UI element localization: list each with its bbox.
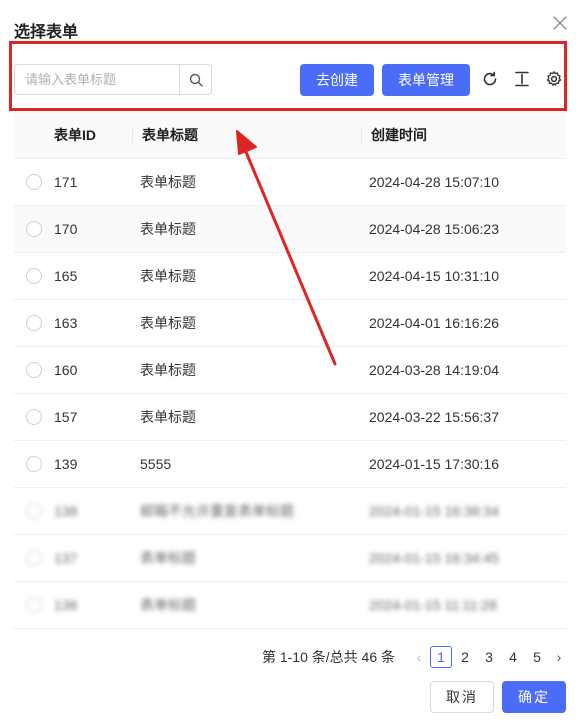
search-box — [14, 64, 212, 95]
row-title: 表单标题 — [140, 174, 196, 190]
row-title: 表单标题 — [140, 268, 196, 284]
row-radio[interactable] — [26, 503, 42, 519]
row-id: 137 — [54, 550, 78, 566]
row-radio[interactable] — [26, 597, 42, 613]
table-row[interactable]: 157 表单标题 2024-03-22 15:56:37 — [14, 394, 566, 441]
table-row[interactable]: 138 邮箱不允许重复表单标题 2024-01-15 16:38:34 — [14, 488, 566, 535]
close-icon[interactable] — [551, 14, 569, 32]
row-radio[interactable] — [26, 362, 42, 378]
row-time: 2024-01-15 16:38:34 — [369, 503, 499, 519]
row-time: 2024-04-28 15:07:10 — [369, 174, 499, 190]
row-title: 表单标题 — [140, 550, 196, 566]
row-title: 表单标题 — [140, 409, 196, 425]
form-manage-button[interactable]: 表单管理 — [382, 64, 470, 96]
row-id: 139 — [54, 456, 78, 472]
row-time: 2024-01-15 11:11:28 — [369, 597, 497, 613]
create-button[interactable]: 去创建 — [300, 64, 374, 96]
row-title: 表单标题 — [140, 362, 196, 378]
row-id: 136 — [54, 597, 78, 613]
header-form-title: 表单标题 — [132, 125, 361, 145]
row-time: 2024-04-15 10:31:10 — [369, 268, 499, 284]
table-header: 表单ID 表单标题 创建时间 — [14, 112, 566, 159]
row-id: 160 — [54, 362, 78, 378]
table-row[interactable]: 137 表单标题 2024-01-15 16:34:45 — [14, 535, 566, 582]
row-time: 2024-03-22 15:56:37 — [369, 409, 499, 425]
header-created-time: 创建时间 — [361, 125, 566, 145]
row-radio[interactable] — [26, 174, 42, 190]
page-4[interactable]: 4 — [502, 646, 524, 668]
row-id: 157 — [54, 409, 78, 425]
row-id: 138 — [54, 503, 78, 519]
page-2[interactable]: 2 — [454, 646, 476, 668]
row-radio[interactable] — [26, 409, 42, 425]
table-row[interactable]: 136 表单标题 2024-01-15 11:11:28 — [14, 582, 566, 629]
search-input[interactable] — [15, 65, 179, 94]
column-height-icon[interactable] — [513, 70, 531, 88]
row-time: 2024-04-01 16:16:26 — [369, 315, 499, 331]
row-radio[interactable] — [26, 268, 42, 284]
table-row[interactable]: 163 表单标题 2024-04-01 16:16:26 — [14, 300, 566, 347]
refresh-icon[interactable] — [481, 70, 499, 88]
confirm-button[interactable]: 确定 — [502, 681, 566, 713]
row-radio[interactable] — [26, 315, 42, 331]
row-id: 171 — [54, 174, 78, 190]
search-button[interactable] — [179, 65, 211, 94]
table-row[interactable]: 139 5555 2024-01-15 17:30:16 — [14, 441, 566, 488]
row-radio[interactable] — [26, 221, 42, 237]
row-title: 表单标题 — [140, 315, 196, 331]
page-3[interactable]: 3 — [478, 646, 500, 668]
row-time: 2024-03-28 14:19:04 — [369, 362, 499, 378]
page-5[interactable]: 5 — [526, 646, 548, 668]
page-1[interactable]: 1 — [430, 646, 452, 668]
pagination-total: 第 1-10 条/总共 46 条 — [261, 649, 395, 665]
table-row[interactable]: 171 表单标题 2024-04-28 15:07:10 — [14, 159, 566, 206]
table-row[interactable]: 170 表单标题 2024-04-28 15:06:23 — [14, 206, 566, 253]
settings-gear-icon[interactable] — [545, 70, 563, 88]
row-id: 163 — [54, 315, 78, 331]
row-time: 2024-04-28 15:06:23 — [369, 221, 499, 237]
row-id: 170 — [54, 221, 78, 237]
row-title: 5555 — [140, 456, 172, 472]
row-title: 表单标题 — [140, 597, 196, 613]
pagination: 第 1-10 条/总共 46 条 ‹ 1 2 3 4 5 › — [262, 646, 569, 668]
header-form-id: 表单ID — [54, 127, 96, 143]
next-page-icon[interactable]: › — [551, 646, 567, 668]
table-row[interactable]: 165 表单标题 2024-04-15 10:31:10 — [14, 253, 566, 300]
cancel-button[interactable]: 取消 — [430, 681, 494, 713]
form-table: 表单ID 表单标题 创建时间 171 表单标题 2024-04-28 15:07… — [14, 112, 566, 629]
row-time: 2024-01-15 16:34:45 — [369, 550, 499, 566]
row-title: 表单标题 — [140, 221, 196, 237]
row-id: 165 — [54, 268, 78, 284]
search-icon — [189, 73, 203, 87]
row-radio[interactable] — [26, 550, 42, 566]
table-row[interactable]: 160 表单标题 2024-03-28 14:19:04 — [14, 347, 566, 394]
row-time: 2024-01-15 17:30:16 — [369, 456, 499, 472]
dialog-title: 选择表单 — [14, 24, 79, 41]
prev-page-icon[interactable]: ‹ — [411, 646, 427, 668]
row-title: 邮箱不允许重复表单标题 — [140, 503, 294, 519]
row-radio[interactable] — [26, 456, 42, 472]
